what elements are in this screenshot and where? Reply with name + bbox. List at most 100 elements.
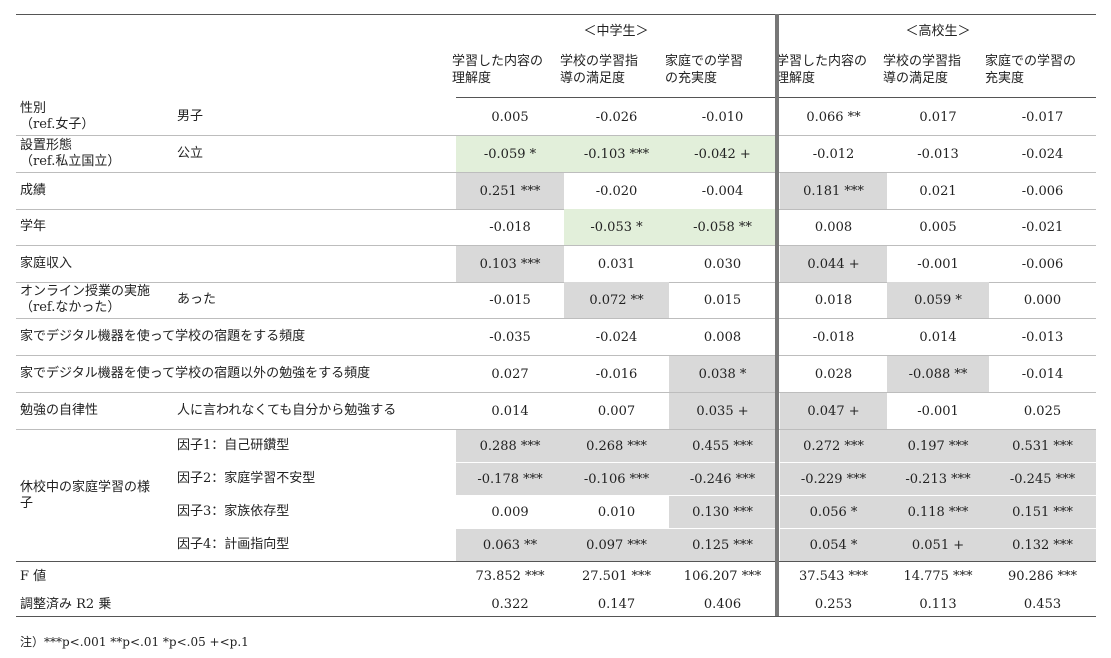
value-cell: -0.103 *** bbox=[564, 136, 669, 172]
stats-top-rule bbox=[16, 561, 1096, 562]
factor-label: 因子3：家族依存型 bbox=[177, 504, 290, 519]
value-cell: 0.054 * bbox=[780, 529, 887, 561]
value-cell: -0.016 bbox=[595, 366, 638, 382]
value-cell: -0.006 bbox=[1021, 183, 1064, 199]
value-cell: -0.010 bbox=[701, 109, 744, 125]
value-cell: 0.021 bbox=[919, 183, 957, 199]
value-cell: 0.103 *** bbox=[456, 246, 564, 282]
value-cell: -0.035 bbox=[489, 329, 531, 345]
column-header: 家庭での学習の充実度 bbox=[985, 54, 1077, 86]
value-cell: 0.010 bbox=[597, 504, 636, 520]
value-cell: -0.058 ** bbox=[669, 209, 776, 245]
stat-cell: 0.453 bbox=[1023, 597, 1062, 612]
value-cell: -0.015 bbox=[489, 292, 531, 308]
row-label: 成績 bbox=[20, 183, 47, 198]
group-divider bbox=[775, 14, 779, 616]
value-cell: -0.229 *** bbox=[780, 463, 887, 495]
row-label: 性別 （ref.女子） bbox=[20, 101, 95, 132]
value-cell: 0.455 *** bbox=[669, 430, 776, 462]
stat-cell: 0.113 bbox=[919, 597, 957, 612]
value-cell: -0.006 bbox=[1021, 256, 1064, 272]
value-cell: 0.118 *** bbox=[887, 496, 989, 528]
value-cell: 0.027 bbox=[491, 366, 529, 382]
column-header: 学習した内容の 理解度 bbox=[452, 54, 544, 86]
note: 注）***p<.001 **p<.01 *p<.05 +<p.1 bbox=[20, 635, 249, 649]
value-cell: 0.197 *** bbox=[887, 430, 989, 462]
value-cell: 0.125 *** bbox=[669, 529, 776, 561]
value-cell: -0.246 *** bbox=[669, 463, 776, 495]
row-sublabel: あった bbox=[177, 292, 217, 307]
group-header-middle: ＜中学生＞ bbox=[583, 24, 649, 39]
value-cell: 0.066 ** bbox=[806, 109, 861, 125]
value-cell: 0.014 bbox=[919, 329, 957, 345]
stat-label: F 値 bbox=[20, 568, 47, 584]
value-cell: -0.004 bbox=[701, 183, 744, 199]
value-cell: 0.035 + bbox=[669, 393, 776, 429]
value-cell: -0.024 bbox=[1021, 146, 1064, 162]
stat-label: 調整済み R2 乗 bbox=[20, 596, 112, 612]
value-cell: 0.044 + bbox=[780, 246, 887, 282]
value-cell: 0.059 * bbox=[887, 282, 989, 318]
value-cell: 0.056 * bbox=[780, 496, 887, 528]
column-header: 学習した内容の 理解度 bbox=[776, 54, 868, 86]
table-top-rule bbox=[16, 14, 1096, 15]
value-cell: 0.005 bbox=[919, 219, 957, 235]
value-cell: -0.026 bbox=[595, 109, 638, 125]
value-cell: -0.014 bbox=[1021, 366, 1064, 382]
row-label: 家でデジタル機器を使って学校の宿題以外の勉強をする頻度 bbox=[20, 366, 371, 381]
value-cell: -0.024 bbox=[595, 329, 638, 345]
value-cell: -0.018 bbox=[489, 219, 531, 235]
value-cell: 0.025 bbox=[1023, 403, 1062, 419]
value-cell: 0.181 *** bbox=[780, 173, 887, 209]
stat-cell: 0.322 bbox=[491, 597, 529, 612]
value-cell: 0.000 bbox=[1023, 292, 1062, 308]
row-sublabel: 男子 bbox=[177, 109, 204, 124]
value-cell: -0.001 bbox=[917, 256, 959, 272]
factor-label: 因子2：家庭学習不安型 bbox=[177, 471, 316, 486]
regression-table: ＜中学生＞ ＜高校生＞ 注）***p<.001 **p<.01 *p<.05 +… bbox=[0, 0, 1111, 658]
value-cell: 0.018 bbox=[814, 292, 853, 308]
stat-cell: 27.501 *** bbox=[581, 569, 652, 584]
value-cell: -0.013 bbox=[1021, 329, 1064, 345]
value-cell: 0.015 bbox=[703, 292, 742, 308]
value-cell: -0.012 bbox=[812, 146, 855, 162]
value-cell: 0.005 bbox=[491, 109, 529, 125]
value-cell: -0.021 bbox=[1021, 219, 1064, 235]
value-cell: -0.018 bbox=[812, 329, 855, 345]
value-cell: 0.047 + bbox=[780, 393, 887, 429]
value-cell: 0.531 *** bbox=[989, 430, 1096, 462]
value-cell: 0.151 *** bbox=[989, 496, 1096, 528]
row-label: 学年 bbox=[20, 219, 47, 234]
value-cell: 0.272 *** bbox=[780, 430, 887, 462]
stat-cell: 90.286 *** bbox=[1007, 569, 1078, 584]
value-cell: 0.008 bbox=[703, 329, 742, 345]
row-label: 家庭収入 bbox=[20, 256, 73, 271]
row-label: オンライン授業の実施 （ref.なかった） bbox=[20, 284, 151, 315]
factor-label: 因子4：計画指向型 bbox=[177, 537, 290, 552]
stat-cell: 0.147 bbox=[597, 597, 636, 612]
value-cell: -0.042 + bbox=[669, 136, 776, 172]
value-cell: 0.251 *** bbox=[456, 173, 564, 209]
stat-cell: 106.207 *** bbox=[683, 569, 762, 584]
value-cell: 0.072 ** bbox=[564, 282, 669, 318]
row-label: 勉強の自律性 bbox=[20, 403, 99, 418]
value-cell: -0.053 * bbox=[564, 209, 669, 245]
stat-cell: 0.253 bbox=[814, 597, 853, 612]
row-label: 設置形態 （ref.私立国立） bbox=[20, 138, 121, 169]
value-cell: 0.007 bbox=[597, 403, 636, 419]
value-cell: -0.106 *** bbox=[564, 463, 669, 495]
stat-cell: 37.543 *** bbox=[798, 569, 869, 584]
row-label: 家でデジタル機器を使って学校の宿題をする頻度 bbox=[20, 329, 306, 344]
value-cell: 0.097 *** bbox=[564, 529, 669, 561]
value-cell: 0.063 ** bbox=[456, 529, 564, 561]
value-cell: 0.014 bbox=[491, 403, 529, 419]
group-header-high: ＜高校生＞ bbox=[905, 24, 971, 39]
value-cell: 0.028 bbox=[814, 366, 853, 382]
stat-cell: 14.775 *** bbox=[903, 569, 973, 584]
factor-group-label: 休校中の家庭学習の様子 bbox=[20, 479, 151, 511]
value-cell: 0.030 bbox=[703, 256, 742, 272]
value-cell: -0.245 *** bbox=[989, 463, 1096, 495]
value-cell: 0.038 * bbox=[669, 356, 776, 392]
column-header: 家庭での学習の充実度 bbox=[665, 54, 744, 86]
stat-cell: 73.852 *** bbox=[475, 569, 545, 584]
